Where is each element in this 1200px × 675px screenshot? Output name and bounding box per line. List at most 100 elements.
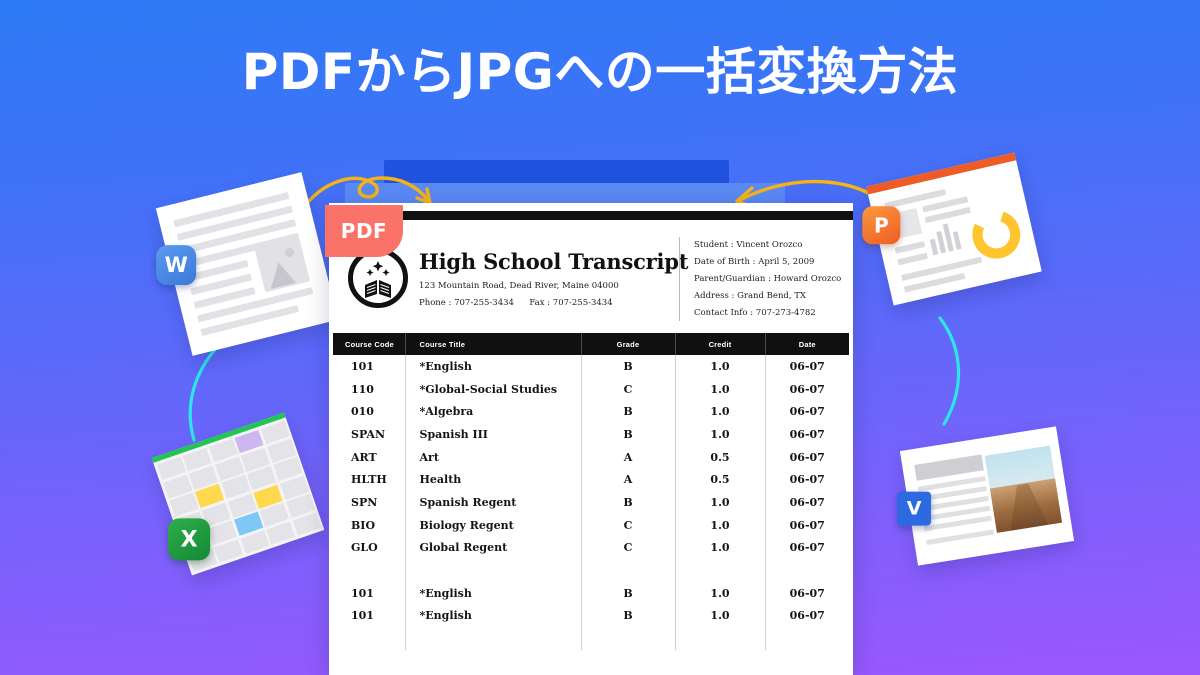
cell-course-code: 010: [333, 400, 406, 424]
table-row: 010 *Algebra B 1.0 06-07: [333, 400, 849, 424]
cell-course-title: Health: [405, 468, 582, 492]
cell-course-title: Spanish Regent: [405, 491, 582, 514]
cell-empty: [333, 559, 406, 582]
cell-grade: B: [581, 604, 676, 628]
cell-course-title: *Algebra: [405, 400, 582, 424]
cell-grade: C: [581, 513, 676, 537]
cell-empty: [581, 627, 676, 650]
cell-credit: 0.5: [675, 468, 766, 492]
cell-grade: A: [581, 468, 676, 492]
cell-course-code: 110: [333, 377, 406, 401]
table-row: HLTH Health A 0.5 06-07: [333, 468, 849, 492]
column-header-course-code: Course Code: [333, 333, 406, 355]
cell-course-code: 101: [333, 581, 406, 605]
poster-canvas: PDFからJPGへの一括変換方法 W X P V High School Tra…: [0, 0, 1200, 675]
school-address: 123 Mountain Road, Dead River, Maine 040…: [419, 280, 619, 291]
cell-date: 06-07: [789, 609, 825, 623]
cell-course-title: *English: [405, 581, 582, 605]
table-header-row: Course Code Course Title Grade Credit Da…: [333, 333, 849, 355]
cyan-curve-right: [938, 316, 961, 426]
cell-course-title: *Global-Social Studies: [405, 377, 582, 401]
cell-credit: 0.5: [675, 445, 766, 469]
school-identity-block: High School Transcript 123 Mountain Road…: [419, 248, 689, 308]
cell-credit: 1.0: [675, 355, 766, 378]
visio-badge: V: [897, 491, 932, 526]
cell-empty: [765, 627, 849, 650]
cell-course-title: Biology Regent: [405, 513, 582, 537]
cell-date: 06-07: [789, 359, 825, 373]
cell-course-code: 101: [333, 355, 406, 378]
document-title: High School Transcript: [419, 248, 689, 274]
cell-empty: [765, 559, 849, 582]
excel-badge: X: [168, 518, 211, 561]
cell-date: 06-07: [789, 541, 825, 555]
cell-empty: [405, 559, 582, 582]
transcript-table: Course Code Course Title Grade Credit Da…: [333, 333, 849, 650]
table-body: 101 *English B 1.0 06-07 110 *Global-Social St…: [333, 355, 849, 650]
info-label: Date of Birth: [694, 256, 750, 267]
word-badge: W: [156, 245, 197, 286]
column-header-date: Date: [765, 333, 849, 355]
document-top-rule: [329, 211, 853, 220]
student-info-block: Student : Vincent Orozco Date of Birth :…: [679, 237, 841, 321]
cell-course-code: ART: [333, 445, 406, 469]
table-row: BIO Biology Regent C 1.0 06-07: [333, 513, 849, 537]
cell-grade: C: [581, 536, 676, 560]
info-value: Vincent Orozco: [736, 240, 803, 250]
cell-empty: [675, 559, 766, 582]
cell-grade: C: [581, 377, 676, 401]
cell-empty: [675, 627, 766, 650]
table-row: 101 *English B 1.0 06-07: [333, 604, 849, 628]
pdf-format-badge: PDF: [325, 205, 403, 257]
info-label: Address: [694, 290, 729, 301]
table-gap-row: [333, 559, 849, 582]
cell-course-code: 101: [333, 604, 406, 628]
powerpoint-badge: P: [862, 206, 901, 245]
column-header-grade: Grade: [581, 333, 676, 355]
cell-credit: 1.0: [675, 423, 766, 446]
table-row: SPN Spanish Regent B 1.0 06-07: [333, 491, 849, 514]
cell-date: 06-07: [789, 518, 825, 532]
cell-credit: 1.0: [675, 377, 766, 401]
cell-credit: 1.0: [675, 604, 766, 628]
student-info-row: Date of Birth : April 5, 2009: [694, 256, 815, 267]
cell-grade: B: [581, 355, 676, 378]
table-row: 101 *English B 1.0 06-07: [333, 581, 849, 605]
cell-course-title: *English: [405, 604, 582, 628]
cell-course-title: Global Regent: [405, 536, 582, 560]
cell-credit: 1.0: [675, 491, 766, 514]
phone-label: Phone :: [419, 297, 452, 308]
column-header-credit: Credit: [675, 333, 766, 355]
cell-date: 06-07: [789, 427, 825, 441]
cell-course-title: *English: [405, 355, 582, 378]
table-row: ART Art A 0.5 06-07: [333, 445, 849, 469]
column-header-course-title: Course Title: [405, 333, 582, 355]
phone-value: 707-255-3434: [454, 297, 514, 308]
word-image-placeholder: [254, 236, 311, 293]
fax-value: 707-255-3434: [552, 297, 613, 308]
cell-grade: B: [581, 581, 676, 605]
page-title: PDFからJPGへの一括変換方法: [241, 43, 959, 101]
cell-course-code: BIO: [333, 513, 406, 537]
info-value: Grand Bend, TX: [737, 290, 806, 301]
visio-photo-thumbnail: [984, 445, 1063, 533]
student-info-row: Address : Grand Bend, TX: [694, 290, 806, 301]
table-row: SPAN Spanish III B 1.0 06-07: [333, 423, 849, 446]
info-value: Howard Orozco: [773, 273, 842, 284]
info-label: Contact Info: [694, 307, 748, 318]
cell-credit: 1.0: [675, 513, 766, 537]
cell-course-code: HLTH: [333, 468, 406, 492]
cell-date: 06-07: [789, 382, 825, 396]
cell-credit: 1.0: [675, 536, 766, 560]
cell-empty: [333, 627, 406, 650]
visio-document-icon[interactable]: V: [897, 426, 1075, 566]
student-info-row: Contact Info : 707-273-4782: [694, 307, 816, 318]
cell-date: 06-07: [789, 495, 825, 509]
pdf-document-preview[interactable]: High School Transcript 123 Mountain Road…: [329, 203, 853, 675]
table-tail-row: [333, 627, 849, 650]
school-contact: Phone : 707-255-3434 Fax : 707-255-3434: [419, 298, 669, 308]
ppt-donut-chart: [967, 205, 1026, 264]
cell-empty: [581, 559, 676, 582]
student-info-row: Parent/Guardian : Howard Orozco: [694, 273, 842, 284]
cell-grade: B: [581, 491, 676, 514]
